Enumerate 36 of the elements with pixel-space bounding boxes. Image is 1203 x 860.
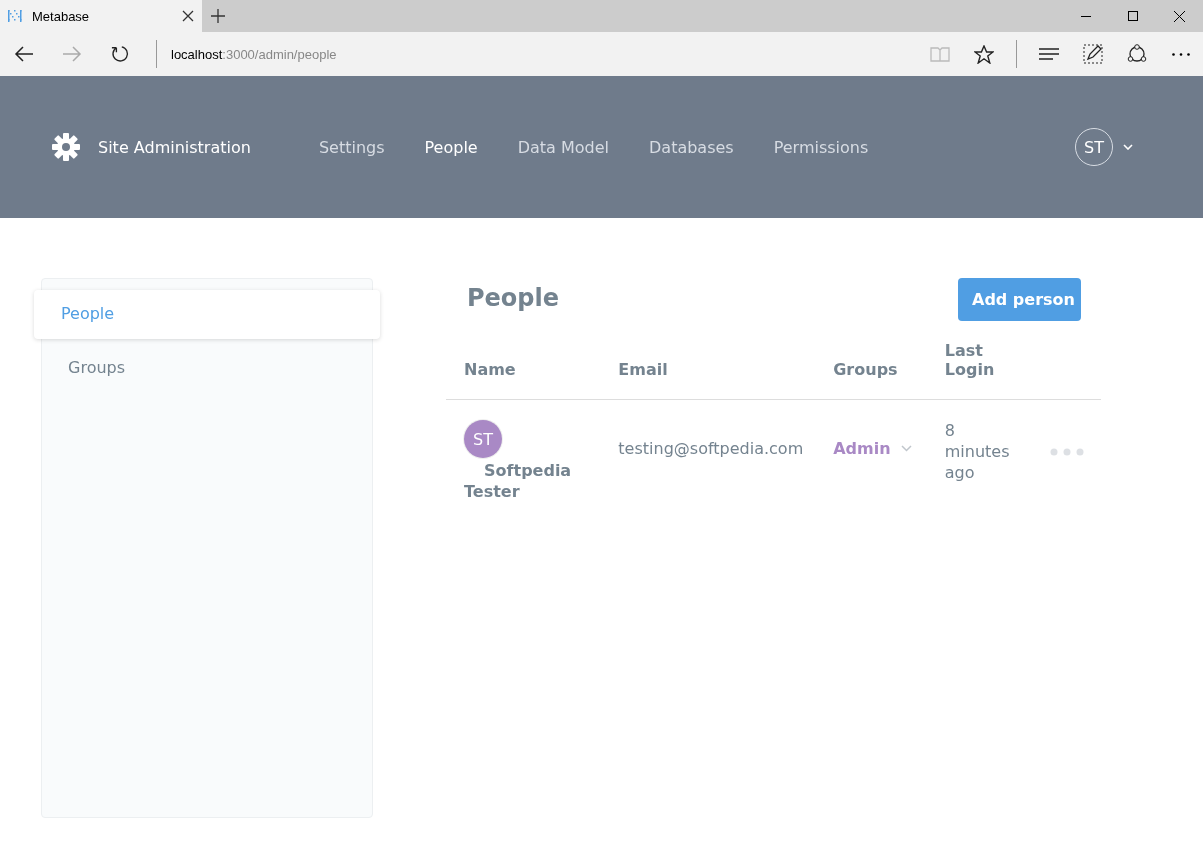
browser-tab[interactable]: Metabase	[0, 0, 202, 32]
user-avatar: ST	[464, 420, 502, 458]
column-header: Groups	[833, 360, 898, 379]
nav-link[interactable]: Permissions	[753, 131, 889, 163]
page-title: People	[467, 284, 560, 312]
site-title: Site Administration	[98, 137, 251, 157]
settings-icon	[52, 133, 80, 161]
tab-title: Metabase	[32, 8, 91, 24]
nav-link[interactable]: People	[404, 131, 498, 163]
new-tab-icon[interactable]	[211, 9, 225, 23]
user-email: testing@softpedia.com	[618, 438, 804, 459]
nav-link[interactable]: Settings	[298, 131, 405, 163]
star-icon[interactable]	[974, 44, 994, 64]
nav-link[interactable]: Databases	[629, 131, 754, 163]
user-name: Softpedia Tester	[464, 460, 573, 502]
more-icon[interactable]	[1172, 52, 1190, 56]
sidebar-item[interactable]: Groups	[42, 344, 372, 393]
close-icon[interactable]	[1174, 10, 1185, 22]
note-icon[interactable]	[1083, 44, 1103, 64]
share-icon[interactable]	[1126, 44, 1148, 64]
close-icon[interactable]	[182, 10, 194, 22]
column-header: Name	[464, 360, 516, 379]
caret-icon[interactable]	[1123, 144, 1133, 150]
last-login: 8 minutes ago	[944, 420, 1011, 483]
add-person-button[interactable]: Add person	[958, 278, 1081, 321]
sidebar-item[interactable]: People	[34, 290, 380, 339]
back-icon[interactable]	[14, 46, 34, 62]
group-dropdown[interactable]: Admin	[833, 438, 912, 459]
nav-link[interactable]: Data Model	[497, 131, 629, 163]
column-header: Email	[618, 360, 668, 379]
refresh-icon[interactable]	[110, 44, 130, 64]
caret-icon	[900, 445, 912, 452]
maximize-icon[interactable]	[1127, 11, 1138, 21]
minimize-icon[interactable]	[1080, 15, 1091, 17]
column-header: Last Login	[944, 341, 996, 379]
app-logo-icon	[8, 10, 22, 22]
